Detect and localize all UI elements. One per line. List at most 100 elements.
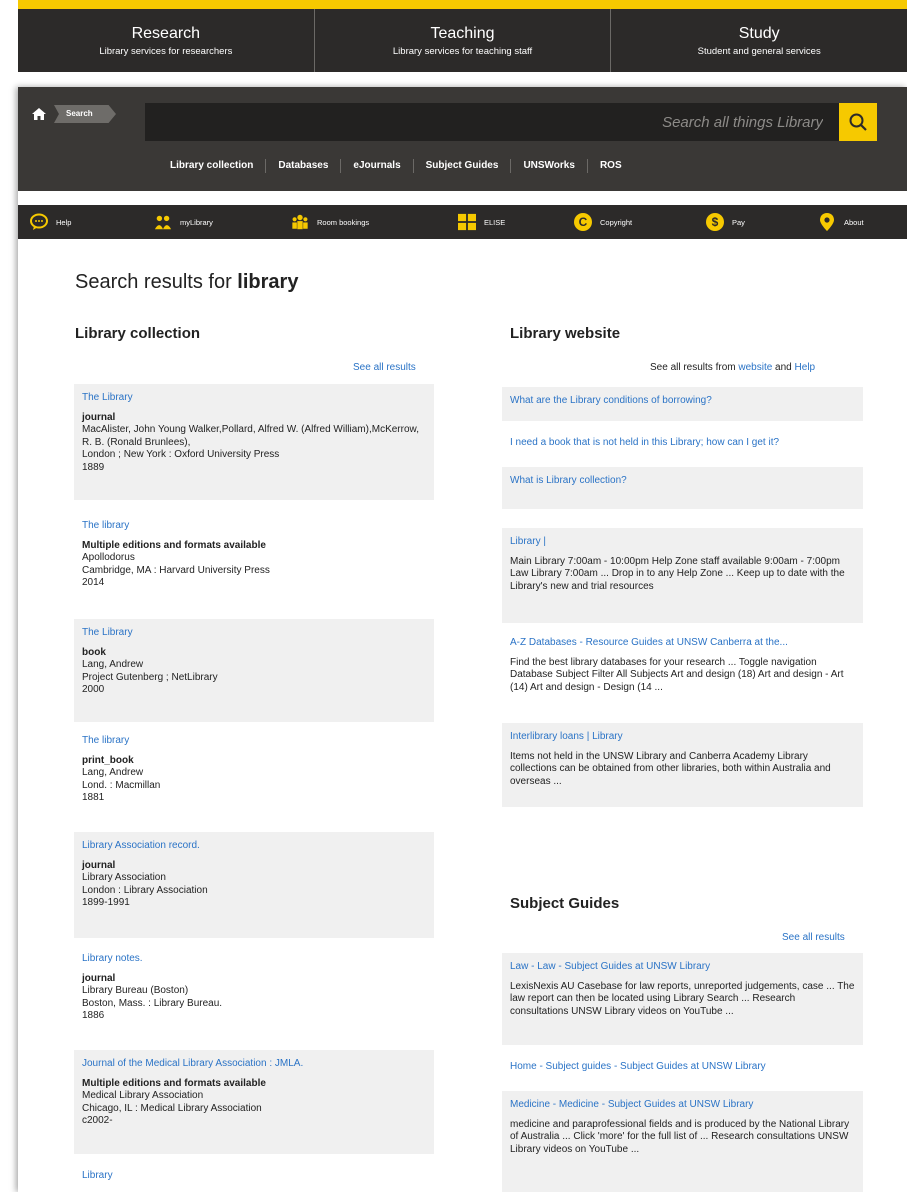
- search-scope-links: Library collection Databases eJournals S…: [158, 159, 634, 173]
- guide-result-2: Home - Subject guides - Subject Guides a…: [502, 1053, 863, 1083]
- quick-link-about-label: About: [844, 217, 864, 227]
- faq-link[interactable]: What are the Library conditions of borro…: [510, 395, 855, 408]
- result-publisher: London : Library Association: [82, 884, 208, 896]
- collection-see-all-link[interactable]: See all results: [353, 362, 416, 373]
- result-year: 1899-1991: [82, 897, 130, 908]
- quick-link-pay[interactable]: $ Pay: [706, 213, 745, 231]
- result-publisher: Chicago, IL : Medical Library Associatio…: [82, 1102, 262, 1114]
- nav-research[interactable]: Research Library services for researcher…: [18, 9, 315, 72]
- nav-teaching[interactable]: Teaching Library services for teaching s…: [315, 9, 612, 72]
- scope-link-unsworks[interactable]: UNSWorks: [511, 159, 588, 173]
- quick-link-help[interactable]: Help: [30, 213, 71, 231]
- results-heading-query: library: [237, 271, 299, 293]
- svg-text:$: $: [712, 215, 719, 229]
- nav-research-title: Research: [131, 24, 201, 42]
- location-pin-icon: [818, 213, 836, 231]
- website-results-link[interactable]: website: [738, 362, 772, 373]
- faq-link[interactable]: What is Library collection?: [510, 475, 855, 488]
- search-band: Search Library collection Databases eJou…: [18, 87, 907, 191]
- result-format: print_book: [82, 754, 134, 766]
- guides-see-all-link[interactable]: See all results: [782, 932, 845, 943]
- result-title-link[interactable]: Medicine - Medicine - Subject Guides at …: [510, 1099, 855, 1112]
- quick-link-copyright-label: Copyright: [600, 217, 633, 227]
- result-author: Library Bureau (Boston): [82, 985, 189, 996]
- result-title-link[interactable]: Library |: [510, 536, 855, 549]
- faq-link[interactable]: I need a book that is not held in this L…: [510, 437, 855, 450]
- website-see-all: See all results from website and Help: [650, 362, 815, 373]
- dollar-icon: $: [706, 213, 724, 231]
- collection-result-2: The library Multiple editions and format…: [74, 512, 434, 614]
- page-title: Search results for library: [75, 271, 298, 294]
- result-format: journal: [82, 972, 116, 984]
- result-title-link[interactable]: Journal of the Medical Library Associati…: [82, 1058, 426, 1071]
- result-title-link[interactable]: Interlibrary loans | Library: [510, 731, 855, 744]
- result-title-link[interactable]: Library notes.: [82, 953, 426, 966]
- result-title-link[interactable]: Law - Law - Subject Guides at UNSW Libra…: [510, 961, 855, 974]
- faq-result-3: What is Library collection?: [502, 467, 863, 509]
- home-icon[interactable]: [32, 108, 46, 120]
- result-title-link[interactable]: Library: [82, 1170, 426, 1183]
- collection-result-3: The Library book Lang, Andrew Project Gu…: [74, 619, 434, 722]
- scope-link-library-collection[interactable]: Library collection: [158, 159, 267, 173]
- result-format: journal: [82, 411, 116, 423]
- guide-result-1: Law - Law - Subject Guides at UNSW Libra…: [502, 953, 863, 1045]
- result-year: c2002-: [82, 1115, 113, 1126]
- scope-link-ros[interactable]: ROS: [588, 159, 634, 173]
- result-title-link[interactable]: The library: [82, 520, 426, 533]
- quick-link-about[interactable]: About: [818, 213, 864, 231]
- result-title-link[interactable]: The Library: [82, 392, 426, 405]
- search-button[interactable]: [839, 103, 877, 141]
- scope-link-databases[interactable]: Databases: [266, 159, 342, 173]
- people-icon: [154, 213, 172, 231]
- result-publisher: Cambridge, MA : Harvard University Press: [82, 564, 270, 576]
- scope-link-ejournals[interactable]: eJournals: [341, 159, 414, 173]
- collection-result-4: The library print_book Lang, Andrew Lond…: [74, 727, 434, 829]
- result-title-link[interactable]: A-Z Databases - Resource Guides at UNSW …: [510, 637, 855, 650]
- result-publisher: London ; New York : Oxford University Pr…: [82, 449, 280, 460]
- nav-teaching-title: Teaching: [430, 24, 495, 42]
- collection-result-1: The Library journal MacAlister, John You…: [74, 384, 434, 500]
- result-publisher: Lond. : Macmillan: [82, 779, 161, 791]
- nav-study-subtitle: Student and general services: [697, 45, 821, 57]
- chat-bubble-icon: [30, 213, 48, 231]
- faq-result-1: What are the Library conditions of borro…: [502, 387, 863, 421]
- copyright-icon: C: [574, 213, 592, 231]
- result-format: Multiple editions and formats available: [82, 539, 266, 551]
- quick-link-elise[interactable]: ELISE: [458, 213, 505, 231]
- result-year: 1886: [82, 1010, 105, 1021]
- result-snippet: medicine and paraprofessional fields and…: [510, 1118, 850, 1155]
- group-icon: [291, 213, 309, 231]
- quick-link-copyright[interactable]: C Copyright: [574, 213, 632, 231]
- quick-link-pay-label: Pay: [732, 217, 745, 227]
- result-title-link[interactable]: Home - Subject guides - Subject Guides a…: [510, 1061, 855, 1074]
- nav-study-title: Study: [738, 24, 780, 42]
- scope-link-subject-guides[interactable]: Subject Guides: [414, 159, 512, 173]
- website-see-all-mid: and: [772, 362, 795, 373]
- result-publisher: Boston, Mass. : Library Bureau.: [82, 997, 223, 1009]
- page-frame: Search Library collection Databases eJou…: [18, 87, 907, 1192]
- quick-link-mylibrary[interactable]: myLibrary: [154, 213, 213, 231]
- search-icon: [849, 113, 867, 131]
- website-see-all-prefix: See all results from: [650, 362, 739, 373]
- result-format: journal: [82, 859, 116, 871]
- collection-result-7: Journal of the Medical Library Associati…: [74, 1050, 434, 1154]
- quick-link-room-bookings[interactable]: Room bookings: [291, 213, 369, 231]
- quick-links-bar: Help myLibrary Room bookings ELISE C Cop…: [18, 205, 907, 239]
- website-result-3: Interlibrary loans | Library Items not h…: [502, 723, 863, 807]
- grid-icon: [458, 213, 476, 231]
- result-title-link[interactable]: The Library: [82, 627, 426, 640]
- results-heading-prefix: Search results for: [75, 271, 238, 293]
- result-year: 1889: [82, 461, 105, 473]
- faq-result-2: I need a book that is not held in this L…: [502, 429, 863, 457]
- result-snippet: Find the best library databases for your…: [510, 656, 844, 693]
- svg-text:C: C: [579, 215, 588, 229]
- nav-study[interactable]: Study Student and general services: [611, 9, 907, 72]
- search-input[interactable]: [145, 103, 839, 141]
- top-navigation: Research Library services for researcher…: [18, 0, 907, 72]
- help-results-link[interactable]: Help: [795, 362, 816, 373]
- result-author: MacAlister, John Young Walker,Pollard, A…: [82, 424, 419, 448]
- collection-result-5: Library Association record. journal Libr…: [74, 832, 434, 938]
- breadcrumb[interactable]: Search: [54, 105, 116, 123]
- result-title-link[interactable]: The library: [82, 735, 426, 748]
- result-title-link[interactable]: Library Association record.: [82, 840, 426, 853]
